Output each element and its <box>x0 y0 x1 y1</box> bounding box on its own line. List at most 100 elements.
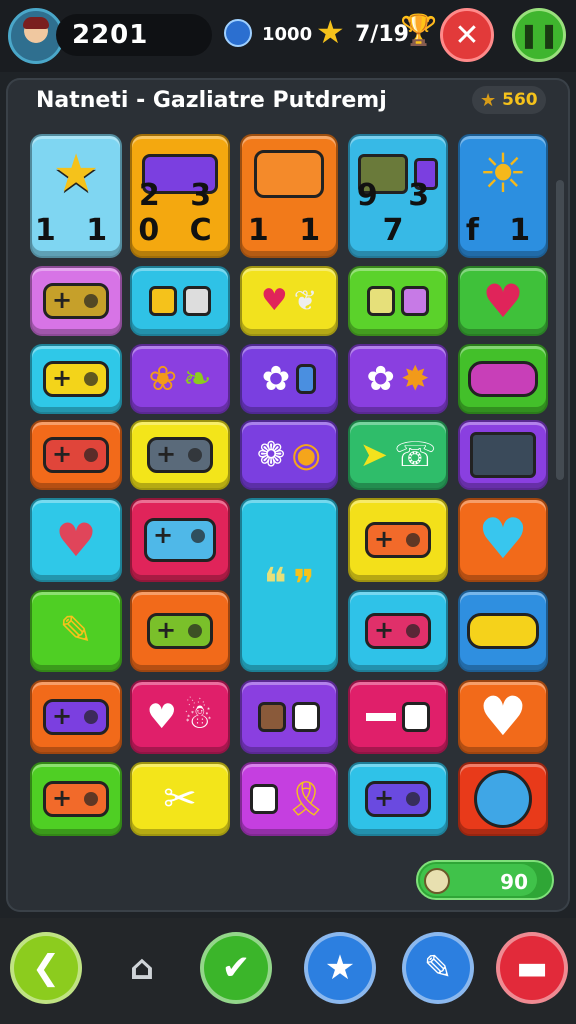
yellow-car-icon <box>460 592 546 670</box>
tile-blue-heart[interactable]: ♥ <box>458 498 548 582</box>
tile-phone[interactable] <box>130 266 230 336</box>
tile-domino[interactable] <box>348 680 448 754</box>
tile-radio[interactable]: 1 1 <box>240 134 338 258</box>
nav-home-button[interactable]: ⌂ <box>106 932 178 1004</box>
tile-ribbon[interactable]: 🎗 <box>240 762 338 836</box>
home-icon: ⌂ <box>129 948 155 988</box>
tile-radio-orange[interactable] <box>30 762 122 836</box>
tile-number: 1 1 <box>34 213 118 248</box>
chat-icon: ➤ ☏ <box>359 435 437 475</box>
phone-icon <box>132 268 228 334</box>
bottom-nav <box>0 918 576 1024</box>
tile-console-purple[interactable] <box>348 762 448 836</box>
donut-icon: ❁ ◉ <box>256 435 322 475</box>
star-icon: ★ <box>52 144 100 204</box>
tile-gear[interactable]: ✿ <box>240 344 338 414</box>
handheld-icon <box>350 500 446 580</box>
speech-bubbles-icon: ❝ ❞ <box>263 559 315 610</box>
gamepad-green-icon <box>132 592 228 670</box>
nav-check-button[interactable]: ✔ <box>200 932 272 1004</box>
tile-donut[interactable]: ❁ ◉ <box>240 420 338 490</box>
pencil-icon: ✎ <box>59 608 93 654</box>
tile-scissors[interactable]: ✂ <box>130 762 230 836</box>
tile-gamepad-green[interactable] <box>130 590 230 672</box>
close-icon: ✕ <box>454 17 480 53</box>
tile-console-pink[interactable] <box>348 590 448 672</box>
gear-icon: ✿ <box>242 346 336 412</box>
trophy-icon[interactable]: 🏆 <box>400 16 437 46</box>
tile-console[interactable] <box>130 420 230 490</box>
bag-icon: ♥ <box>55 513 97 567</box>
white-heart-icon: ♥ <box>478 685 528 748</box>
top-bar: 2201 1000 ★ 7/19 🏆 ✕ ❚❚ <box>0 0 576 72</box>
tile-gamepad[interactable] <box>30 266 122 336</box>
tile-purple-cart[interactable]: 2 3 0 C <box>130 134 230 258</box>
level-value: 560 <box>502 90 538 110</box>
ribbon-icon: 🎗 <box>242 764 336 834</box>
scissors-icon: ✂ <box>163 776 197 822</box>
tile-number: 9 3 7 <box>356 178 440 248</box>
dumbbell-icon: ▬ <box>515 948 549 988</box>
tile-speech-bubbles[interactable]: ❝ ❞ <box>240 498 338 672</box>
sun-icon: ☀ <box>478 142 528 205</box>
nav-paint-button[interactable]: ✎ <box>402 932 474 1004</box>
bus-icon <box>32 346 120 412</box>
tile-chat[interactable]: ➤ ☏ <box>348 420 448 490</box>
frames-icon <box>350 268 446 334</box>
star-icon: ★ <box>480 89 497 111</box>
dice-icon <box>242 682 336 752</box>
board-scrollbar[interactable] <box>556 180 564 480</box>
tile-white-heart[interactable]: ♥ <box>458 680 548 754</box>
heart-pair-icon: ♥ ❦ <box>260 283 318 318</box>
speech-heart-icon: ♥ <box>482 274 524 328</box>
tile-number: 1 1 <box>247 213 331 248</box>
tile-bag[interactable]: ♥ <box>30 498 122 582</box>
tile-frames[interactable] <box>348 266 448 336</box>
tv-icon <box>460 422 546 488</box>
gamepad-red-icon <box>32 422 120 488</box>
tile-fruit[interactable]: ♥ ☃ <box>130 680 230 754</box>
nav-back-button[interactable]: ❮ <box>10 932 82 1004</box>
leaf-icon: ❀ ❧ <box>148 359 212 399</box>
star-icon: ★ <box>324 948 356 988</box>
tile-switch[interactable] <box>30 680 122 754</box>
tile-controller[interactable] <box>130 498 230 582</box>
pause-button[interactable]: ❚❚ <box>512 8 566 62</box>
face-ball-icon <box>460 764 546 834</box>
board-title: Natneti - Gazliatre Putdremj <box>36 88 387 113</box>
back-icon: ❮ <box>31 948 61 988</box>
star-icon: ★ <box>316 13 345 51</box>
nav-dumbbell-button[interactable]: ▬ <box>496 932 568 1004</box>
tile-tv[interactable] <box>458 420 548 490</box>
tile-handheld[interactable] <box>348 498 448 582</box>
tile-star[interactable]: ★ 1 1 <box>30 134 122 258</box>
tile-face-ball[interactable] <box>458 762 548 836</box>
tile-sun[interactable]: ☀ f 1 <box>458 134 548 258</box>
close-button[interactable]: ✕ <box>440 8 494 62</box>
nav-star-button[interactable]: ★ <box>304 932 376 1004</box>
tile-bus[interactable] <box>30 344 122 414</box>
tile-heart-pair[interactable]: ♥ ❦ <box>240 266 338 336</box>
tile-robot[interactable]: 9 3 7 <box>348 134 448 258</box>
switch-icon <box>32 682 120 752</box>
tile-speech-heart[interactable]: ♥ <box>458 266 548 336</box>
progress-bar: 90 <box>416 860 554 900</box>
tile-yellow-car[interactable] <box>458 590 548 672</box>
domino-icon <box>350 682 446 752</box>
tile-car[interactable] <box>458 344 548 414</box>
flower-icon: ✿ ✸ <box>366 359 430 399</box>
clock-icon <box>424 868 450 894</box>
tile-gamepad-red[interactable] <box>30 420 122 490</box>
tile-pencil[interactable]: ✎ <box>30 590 122 672</box>
score-value: 2201 <box>72 20 149 50</box>
blue-heart-icon: ♥ <box>477 507 529 572</box>
tile-leaf[interactable]: ❀ ❧ <box>130 344 230 414</box>
fruit-icon: ♥ ☃ <box>146 697 214 737</box>
paint-icon: ✎ <box>423 948 453 988</box>
controller-icon <box>132 500 228 580</box>
check-icon: ✔ <box>221 948 251 988</box>
tile-flower[interactable]: ✿ ✸ <box>348 344 448 414</box>
tile-dice[interactable] <box>240 680 338 754</box>
radio-orange-icon <box>32 764 120 834</box>
coin-icon <box>224 19 252 47</box>
